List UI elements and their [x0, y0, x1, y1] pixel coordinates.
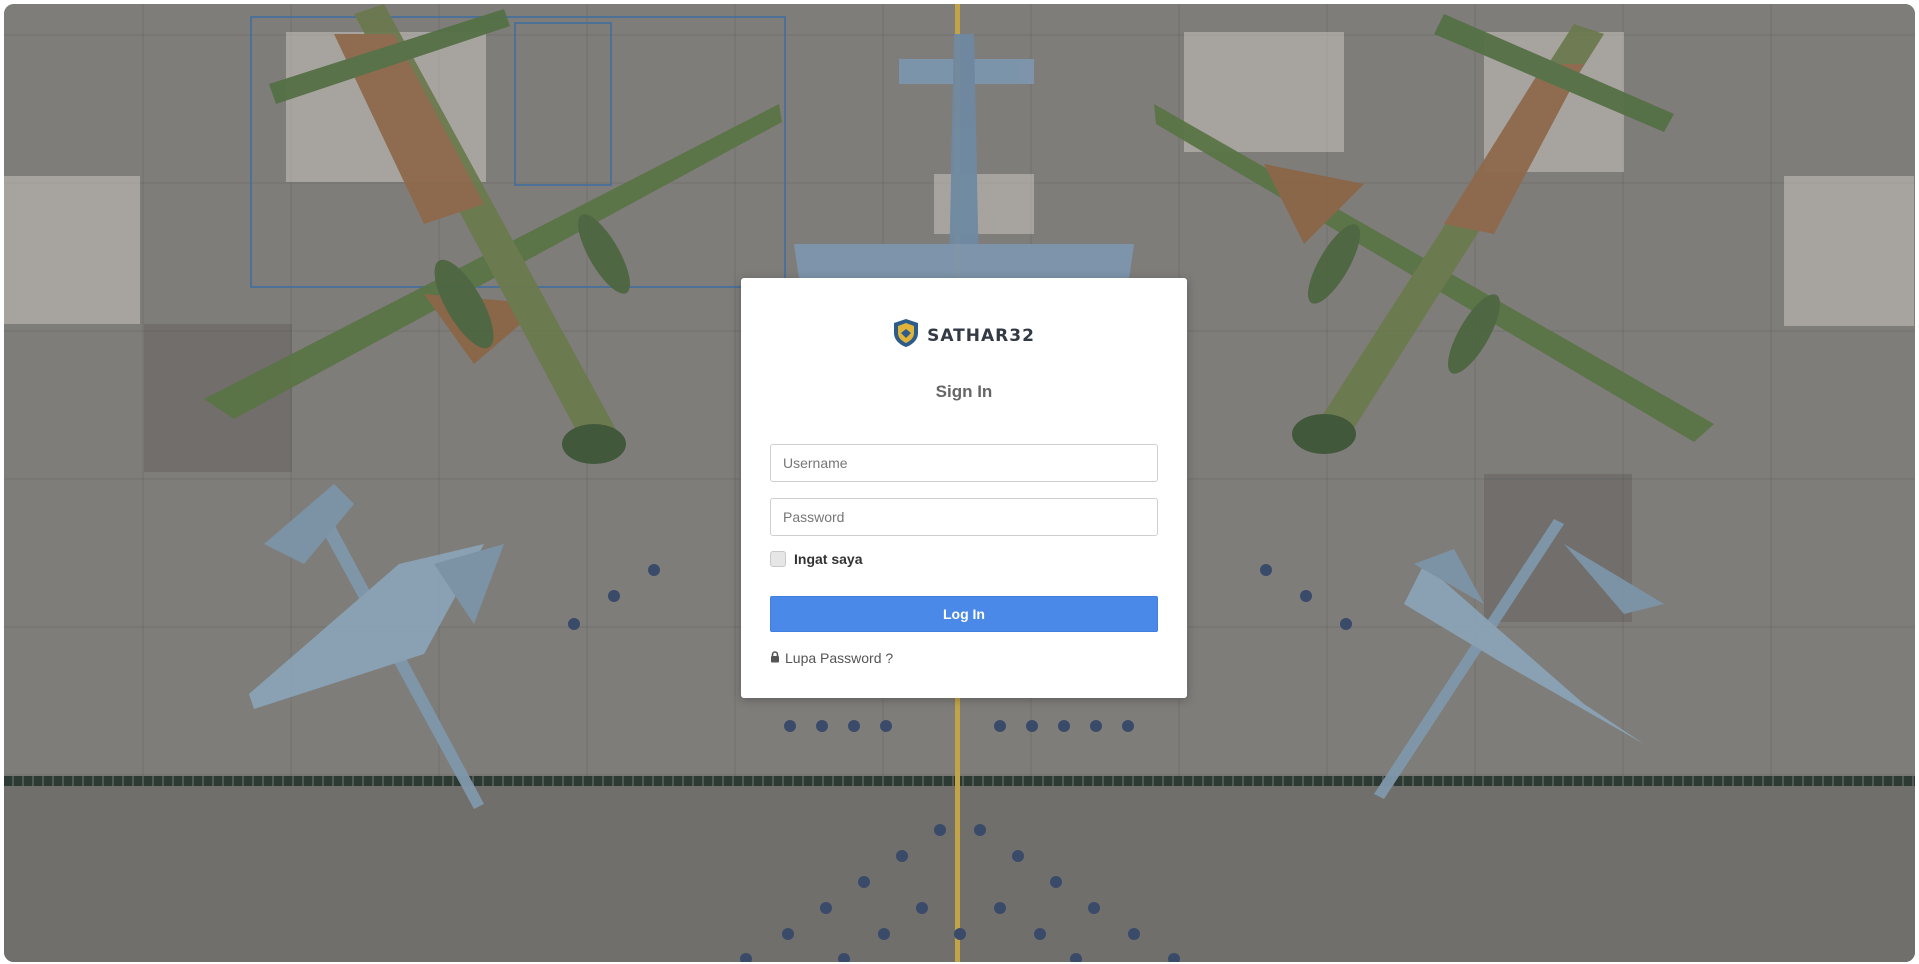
- password-input[interactable]: [770, 498, 1158, 536]
- page-title: Sign In: [935, 382, 993, 401]
- background-photo: SATHAR32 Sign In Ingat saya Log In Lupa …: [4, 4, 1915, 962]
- remember-label: Ingat saya: [794, 551, 863, 567]
- forgot-password-link[interactable]: Lupa Password ?: [770, 650, 893, 666]
- fighter-jet-icon: [1374, 519, 1664, 799]
- login-card: SATHAR32 Sign In Ingat saya Log In Lupa …: [741, 278, 1187, 698]
- cargo-plane-icon: [1154, 14, 1714, 454]
- login-button[interactable]: Log In: [770, 596, 1158, 632]
- lock-icon: [770, 650, 780, 666]
- jet-icon: [794, 34, 1134, 279]
- brand-logo: SATHAR32: [741, 318, 1187, 353]
- shield-emblem-icon: [893, 318, 919, 353]
- fighter-jet-icon: [249, 484, 504, 809]
- remember-checkbox[interactable]: [770, 551, 786, 567]
- remember-me[interactable]: Ingat saya: [770, 551, 862, 567]
- brand-name: SATHAR32: [927, 325, 1035, 346]
- forgot-password-label: Lupa Password ?: [785, 650, 894, 666]
- cargo-plane-icon: [204, 4, 782, 464]
- username-input[interactable]: [770, 444, 1158, 482]
